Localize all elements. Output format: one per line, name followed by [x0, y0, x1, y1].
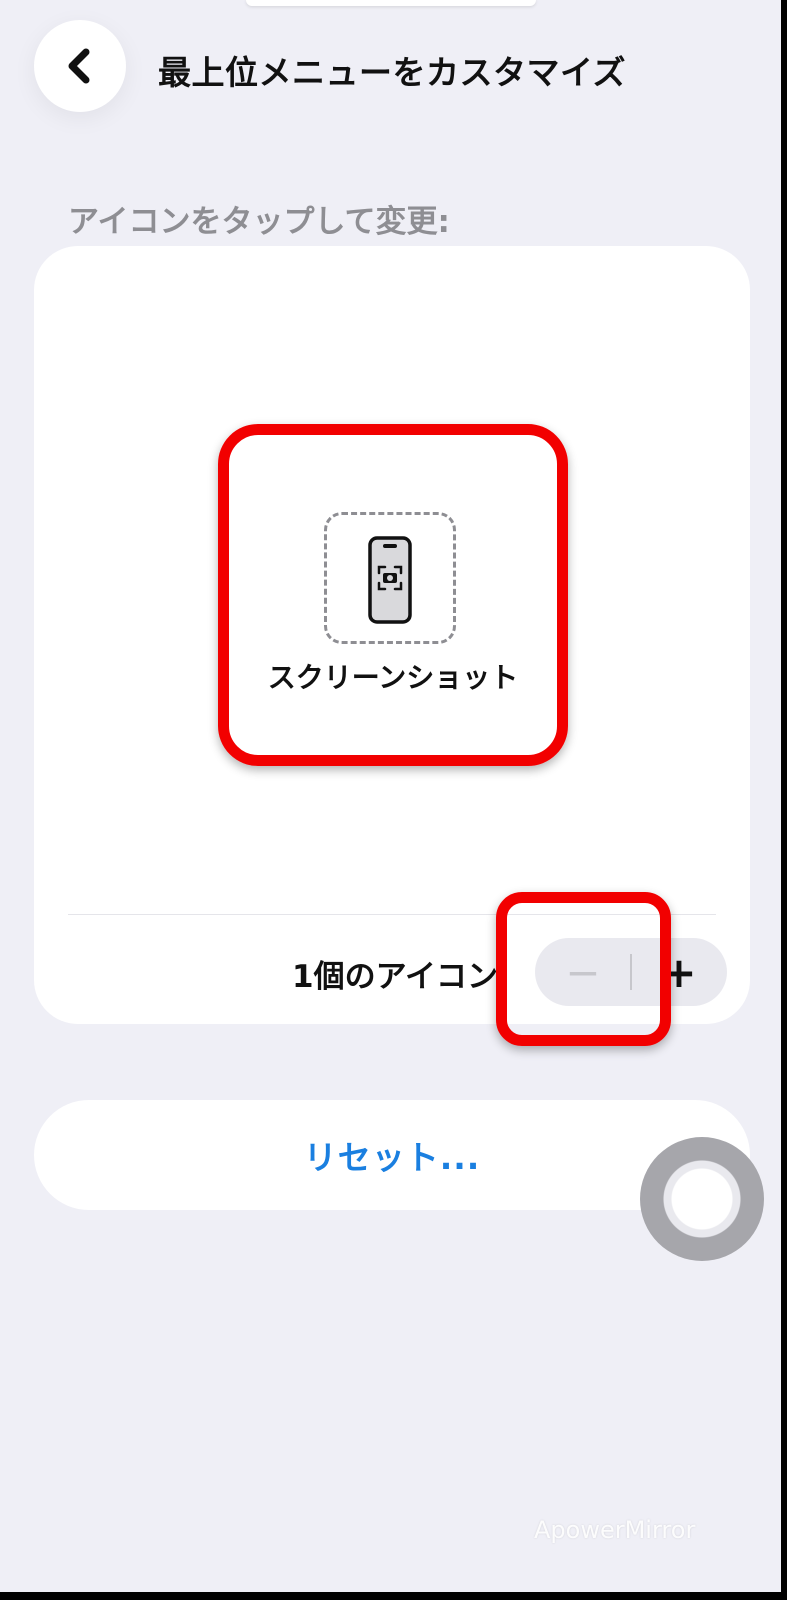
icon-count-label: 1個のアイコン — [292, 959, 499, 995]
card-divider — [68, 914, 716, 915]
screen: 最上位メニューをカスタマイズ アイコンをタップして変更: スクリーンショット 1… — [0, 0, 787, 1600]
screenshot-tile-label: スクリーンショット — [267, 661, 519, 694]
screen-edge-bottom — [0, 1592, 787, 1600]
chevron-left-icon — [68, 48, 90, 84]
screenshot-menu-tile[interactable]: スクリーンショット — [234, 440, 552, 750]
icon-count-stepper[interactable]: − + — [535, 938, 727, 1006]
increase-button[interactable]: + — [631, 938, 727, 1006]
watermark: ApowerMirror — [534, 1516, 696, 1544]
back-button[interactable] — [34, 20, 126, 112]
page-title: 最上位メニューをカスタマイズ — [158, 53, 627, 92]
decrease-button[interactable]: − — [535, 938, 631, 1006]
section-label: アイコンをタップして変更: — [68, 204, 450, 240]
assistive-touch-button[interactable] — [640, 1137, 764, 1261]
status-bar-sliver — [246, 0, 536, 6]
screenshot-phone-icon — [368, 536, 412, 624]
reset-label: リセット... — [303, 1138, 481, 1177]
screen-edge-right — [781, 0, 787, 1600]
